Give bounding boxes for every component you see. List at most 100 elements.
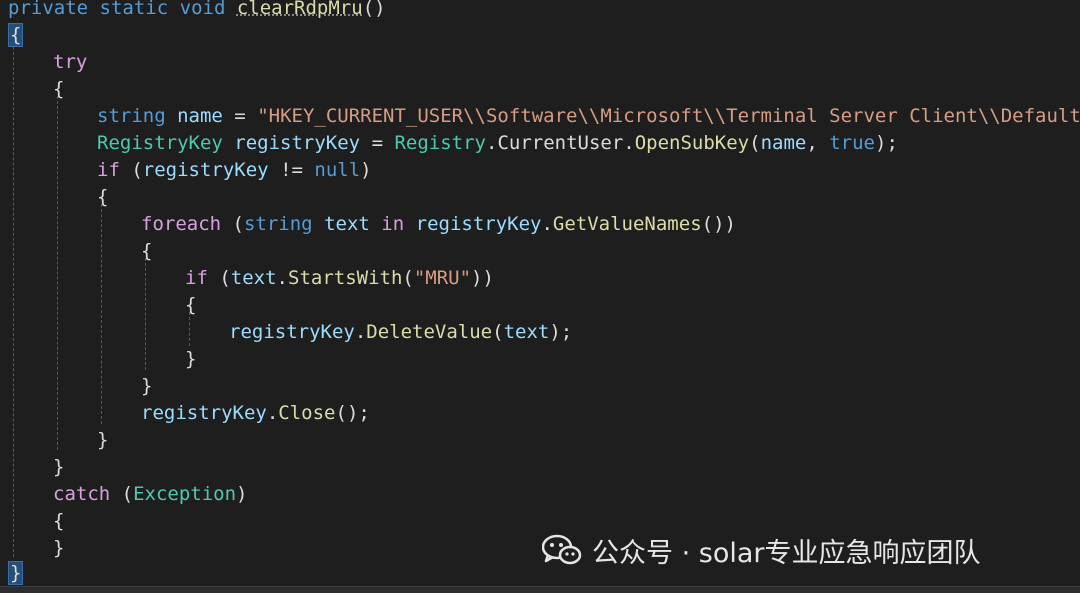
wechat-icon xyxy=(541,533,582,567)
paren-close: ); xyxy=(875,132,898,154)
keyword-string: string xyxy=(97,105,166,127)
method-close: Close xyxy=(278,402,336,424)
method-deletevalue: DeleteValue xyxy=(366,321,493,343)
code-line-open-brace[interactable]: { xyxy=(53,508,64,535)
code-line-open-brace[interactable]: { xyxy=(97,184,108,211)
code-line-method-signature[interactable]: private static void clearRdpMru() xyxy=(8,0,386,22)
keyword-void: void xyxy=(179,0,226,19)
watermark: 公众号 · solar专业应急响应团队 xyxy=(528,522,1080,578)
code-line-close-brace[interactable]: } xyxy=(185,346,196,373)
code-line-registry-key[interactable]: RegistryKey registryKey = Registry.Curre… xyxy=(97,130,898,157)
operator-not-equal: != xyxy=(268,159,315,181)
variable-text: text xyxy=(324,213,370,235)
operator-assign: = xyxy=(360,132,395,154)
variable-text: text xyxy=(230,267,277,289)
keyword-static: static xyxy=(99,0,169,19)
brace: { xyxy=(53,78,65,100)
paren: ( xyxy=(119,159,143,181)
keyword-private: private xyxy=(8,0,89,19)
paren-close: )) xyxy=(471,267,494,289)
code-line-catch[interactable]: catch (Exception) xyxy=(53,481,248,508)
brace: { xyxy=(185,294,197,316)
brace: } xyxy=(53,456,65,478)
keyword-if: if xyxy=(97,159,120,181)
dot: . xyxy=(266,402,279,424)
keyword-true: true xyxy=(829,132,875,154)
code-line-close-brace[interactable]: } xyxy=(8,560,24,587)
keyword-in: in xyxy=(381,213,405,235)
brace: { xyxy=(97,186,109,208)
paren-close: ()) xyxy=(701,213,736,235)
code-line-open-brace[interactable]: { xyxy=(8,22,24,49)
method-opensubkey: OpenSubKey xyxy=(634,132,750,154)
type-registrykey: RegistryKey xyxy=(97,132,223,154)
keyword-catch: catch xyxy=(53,483,111,505)
argument-text: text xyxy=(503,321,550,343)
type-exception: Exception xyxy=(133,483,237,505)
variable-registrykey: registryKey xyxy=(229,321,355,343)
keyword-try: try xyxy=(53,51,88,73)
brace: } xyxy=(97,429,109,451)
indent-guide xyxy=(13,42,14,557)
dot: . xyxy=(485,132,498,154)
variable-registrykey: registryKey xyxy=(141,402,267,424)
paren: ( xyxy=(492,321,504,343)
indent-guide xyxy=(57,96,58,450)
method-name: clearRdpMru xyxy=(236,0,363,19)
argument-name: name xyxy=(760,132,807,154)
code-line-try[interactable]: try xyxy=(53,49,87,76)
method-getvaluenames: GetValueNames xyxy=(552,213,702,235)
keyword-string: string xyxy=(243,213,313,235)
code-line-close-brace[interactable]: } xyxy=(53,535,64,562)
paren: ( xyxy=(402,267,414,289)
code-line-open-brace[interactable]: { xyxy=(141,238,152,265)
paren-close: ) xyxy=(236,483,248,505)
indent-guide xyxy=(145,258,146,370)
paren: ( xyxy=(110,483,134,505)
variable-registrykey: registryKey xyxy=(234,132,361,154)
brace: } xyxy=(141,375,153,397)
variable-registrykey: registryKey xyxy=(142,159,269,181)
code-line-if-not-null[interactable]: if (registryKey != null) xyxy=(97,157,372,184)
paren-close: ) xyxy=(360,159,372,181)
paren: ( xyxy=(207,267,231,289)
watermark-text: 公众号 · solar专业应急响应团队 xyxy=(592,537,981,569)
code-editor[interactable]: private static void clearRdpMru() { try … xyxy=(0,0,1080,593)
brace: } xyxy=(185,348,197,370)
code-line-if-startswith[interactable]: if (text.StartsWith("MRU")) xyxy=(185,265,494,292)
code-line-open-brace[interactable]: { xyxy=(185,292,196,319)
dot: . xyxy=(276,267,288,289)
brace: { xyxy=(141,240,153,262)
keyword-if: if xyxy=(185,267,208,289)
dot: . xyxy=(354,321,367,343)
code-line-close-brace[interactable]: } xyxy=(53,454,64,481)
method-startswith: StartsWith xyxy=(288,267,403,289)
code-line-open-brace[interactable]: { xyxy=(53,76,64,103)
horizontal-scrollbar[interactable] xyxy=(0,586,1080,593)
code-line-foreach[interactable]: foreach (string text in registryKey.GetV… xyxy=(141,211,736,238)
variable-registrykey: registryKey xyxy=(415,213,542,235)
string-literal: "MRU" xyxy=(413,267,472,289)
code-line-string-name[interactable]: string name = "HKEY_CURRENT_USER\\Softwa… xyxy=(97,103,1080,130)
code-line-close-brace[interactable]: } xyxy=(97,427,108,454)
code-line-delete-value[interactable]: registryKey.DeleteValue(text); xyxy=(229,319,572,346)
paren-close: ); xyxy=(549,321,573,343)
dot: . xyxy=(541,213,553,235)
dot: . xyxy=(623,132,635,154)
indent-guide xyxy=(101,204,102,424)
punctuation: () xyxy=(362,0,386,19)
class-registry: Registry xyxy=(394,132,486,154)
string-literal: "HKEY_CURRENT_USER\\Software\\Microsoft\… xyxy=(257,105,1080,127)
variable-name: name xyxy=(177,105,223,127)
operator-assign: = xyxy=(222,105,258,127)
code-line-close-brace[interactable]: } xyxy=(141,373,152,400)
keyword-null: null xyxy=(314,159,361,181)
highlighted-brace: } xyxy=(8,561,24,585)
code-line-close-call[interactable]: registryKey.Close(); xyxy=(141,400,370,427)
comma: , xyxy=(806,132,830,154)
paren-close: (); xyxy=(335,402,370,424)
brace: { xyxy=(53,510,65,532)
brace: } xyxy=(53,537,65,559)
paren: ( xyxy=(221,213,244,235)
paren: ( xyxy=(749,132,761,154)
